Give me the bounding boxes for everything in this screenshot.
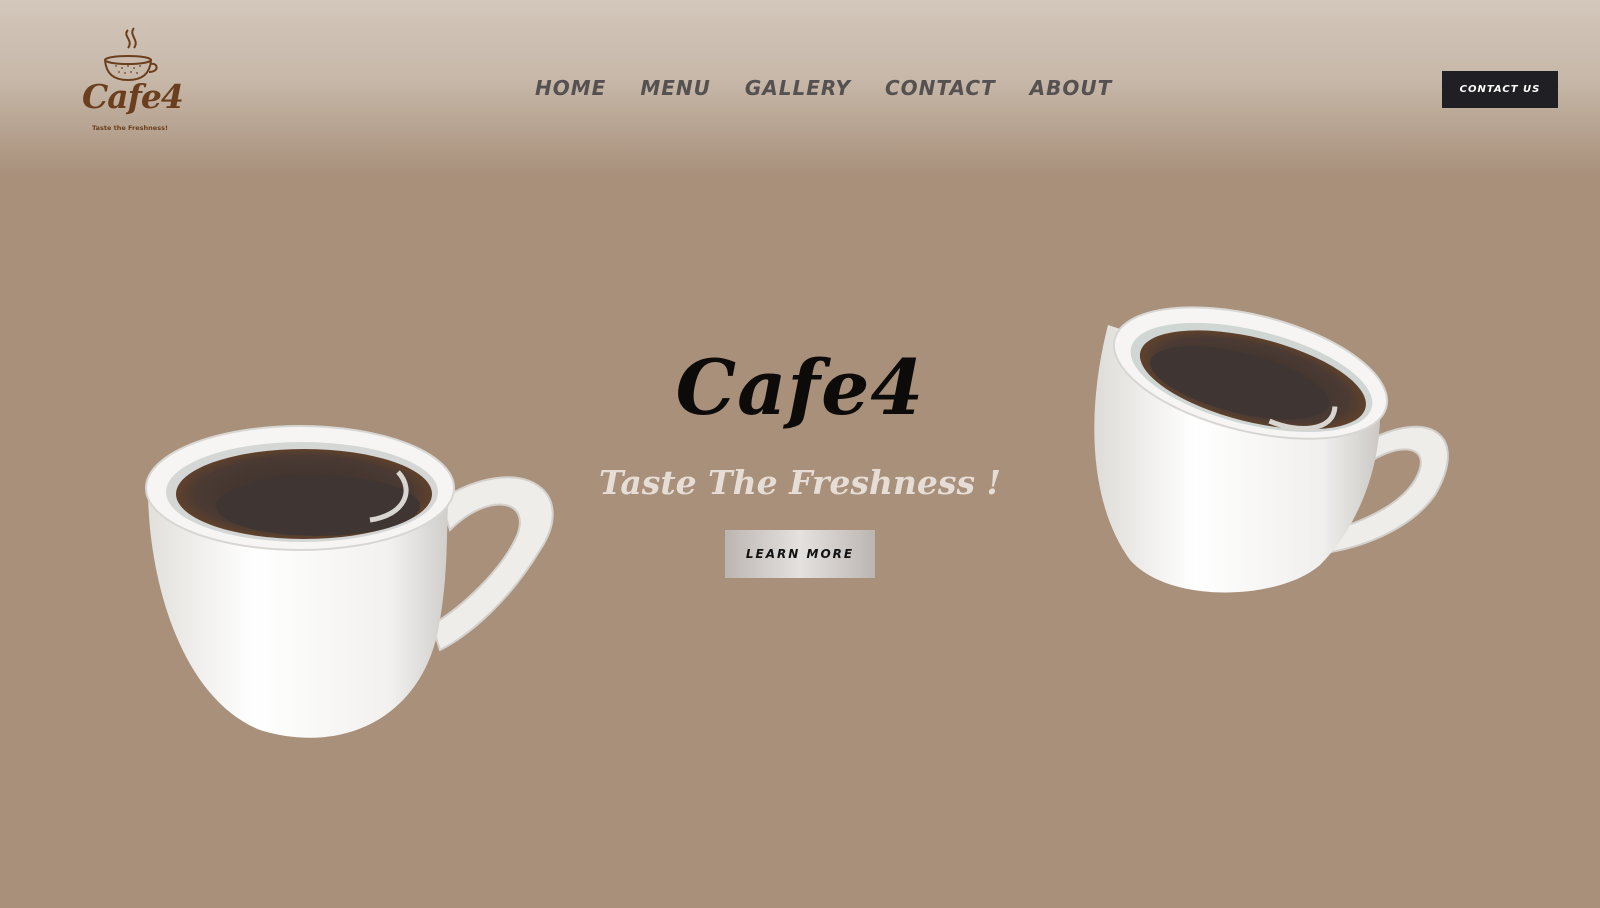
learn-more-button[interactable]: LEARN MORE bbox=[725, 530, 875, 578]
site-logo[interactable]: Cafe4 Taste the Freshness! bbox=[76, 24, 186, 136]
contact-us-button[interactable]: CONTACT US bbox=[1442, 71, 1558, 108]
logo-wordmark: Cafe4 bbox=[82, 77, 184, 116]
hero-subtitle: Taste The Freshness ! bbox=[598, 463, 1002, 502]
nav-menu[interactable]: MENU bbox=[640, 76, 711, 100]
hero-title: Cafe4 bbox=[675, 343, 925, 432]
nav-gallery[interactable]: GALLERY bbox=[745, 76, 851, 100]
logo-tagline: Taste the Freshness! bbox=[92, 124, 168, 132]
nav-home[interactable]: HOME bbox=[535, 76, 606, 100]
coffee-cup-right-icon bbox=[1094, 306, 1449, 593]
main-nav: HOME MENU GALLERY CONTACT ABOUT bbox=[535, 76, 1112, 100]
nav-contact[interactable]: CONTACT bbox=[885, 76, 996, 100]
nav-about[interactable]: ABOUT bbox=[1030, 76, 1113, 100]
